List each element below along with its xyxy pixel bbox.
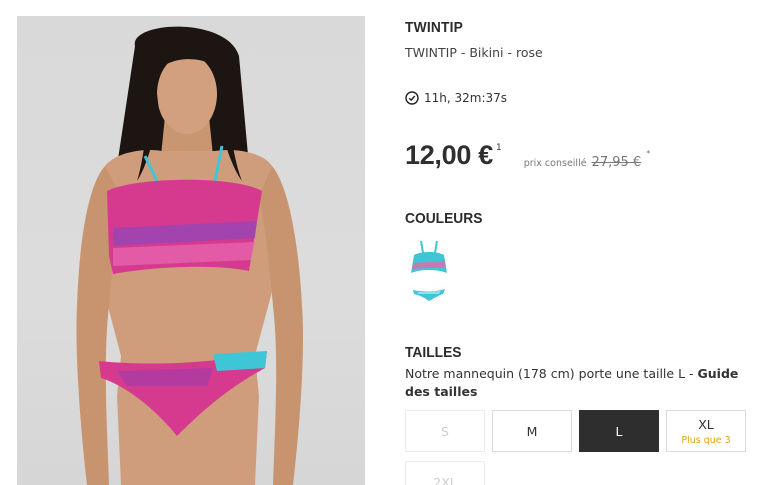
sizes-heading: TAILLES (405, 344, 462, 361)
size-label: L (615, 423, 623, 439)
low-stock-badge: Plus que 3 (681, 434, 731, 446)
size-option-m[interactable]: M (492, 410, 572, 452)
bikini-top-swatch[interactable] (409, 239, 449, 277)
size-note: Notre mannequin (178 cm) porte une taill… (405, 365, 745, 401)
brand-name[interactable]: TWINTIP (405, 19, 463, 36)
size-option-xl[interactable]: XL Plus que 3 (666, 410, 746, 452)
countdown-text: 11h, 32m:37s (424, 91, 508, 105)
rrp-label: prix conseillé (523, 158, 587, 169)
price-block: 12,00 € 1 prix conseillé 27,95 € * (405, 140, 650, 171)
product-info-panel: TWINTIP TWINTIP - Bikini - rose 11h, 32m… (405, 0, 765, 485)
countdown-timer: 11h, 32m:37s (405, 91, 507, 105)
model-photo-illustration (76, 26, 303, 485)
model-size-text: Notre mannequin (178 cm) porte une taill… (405, 366, 698, 381)
size-option-l[interactable]: L (579, 410, 659, 452)
size-label: XL (698, 416, 714, 432)
current-price: 12,00 € (405, 140, 493, 170)
product-image[interactable] (17, 16, 365, 485)
colors-heading: COULEURS (405, 210, 483, 227)
price-footnote-marker: 1 (495, 143, 502, 153)
size-option-s[interactable]: S (405, 410, 485, 452)
rrp-value: 27,95 € (591, 155, 642, 170)
rrp-footnote-marker: * (646, 149, 651, 158)
size-option-2xl[interactable]: 2XL (405, 461, 485, 485)
size-label: S (441, 423, 449, 439)
bikini-bottom-swatch[interactable] (409, 286, 449, 302)
size-label: M (526, 423, 538, 439)
size-label: 2XL (433, 474, 457, 485)
clock-check-icon (405, 91, 419, 105)
product-title: TWINTIP - Bikini - rose (405, 45, 543, 60)
recommended-price: prix conseillé 27,95 € * (523, 149, 650, 170)
